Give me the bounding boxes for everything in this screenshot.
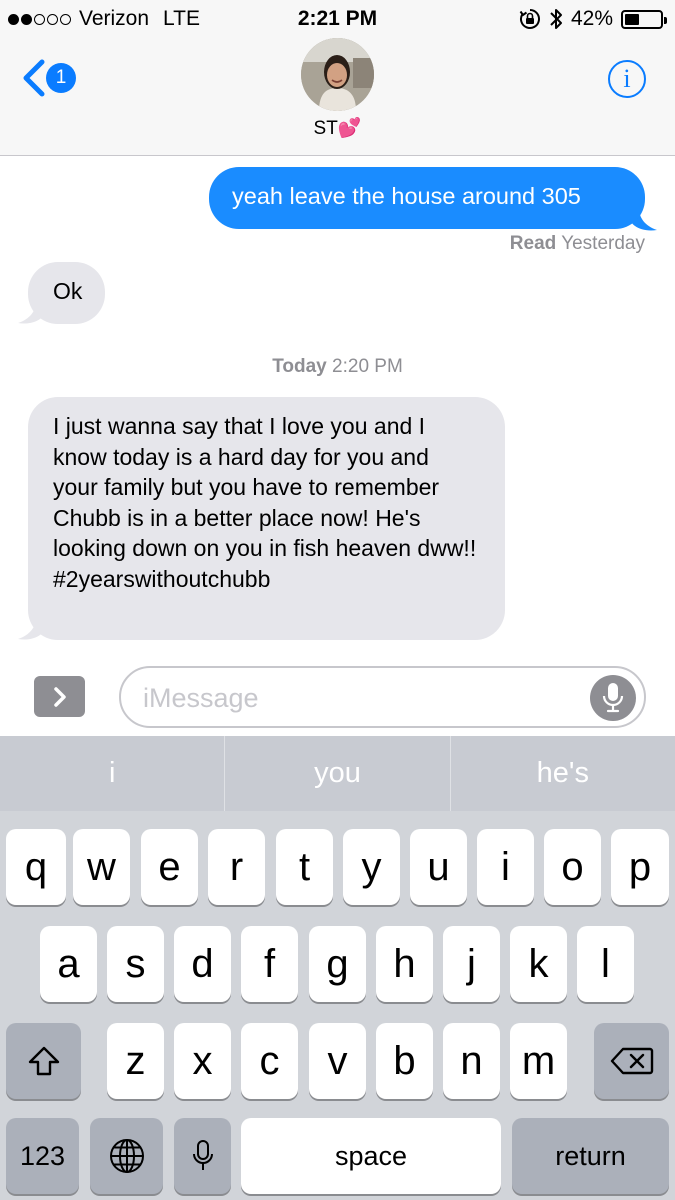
key-a[interactable]: a bbox=[40, 926, 97, 1002]
key-j[interactable]: j bbox=[443, 926, 500, 1002]
avatar-photo bbox=[301, 38, 374, 111]
bluetooth-icon bbox=[550, 9, 562, 29]
suggestion-item[interactable]: you bbox=[225, 736, 449, 811]
key-n[interactable]: n bbox=[443, 1023, 500, 1099]
message-bubble-received[interactable]: Ok bbox=[28, 262, 105, 324]
key-l[interactable]: l bbox=[577, 926, 634, 1002]
key-m[interactable]: m bbox=[510, 1023, 567, 1099]
keyboard: i you he's q w e r t y u i o p a s d f g… bbox=[0, 736, 675, 1200]
microphone-icon bbox=[192, 1140, 213, 1170]
battery-percent: 42% bbox=[570, 7, 613, 30]
message-bubble-received[interactable]: I just wanna say that I love you and I k… bbox=[28, 397, 505, 640]
message-bubble-sent[interactable]: yeah leave the house around 305 bbox=[209, 167, 645, 229]
orientation-lock-icon bbox=[519, 9, 540, 29]
globe-key[interactable] bbox=[90, 1118, 163, 1194]
key-u[interactable]: u bbox=[410, 829, 467, 905]
message-input[interactable] bbox=[143, 681, 583, 715]
chevron-right-icon bbox=[53, 686, 66, 707]
predictive-bar: i you he's bbox=[0, 736, 675, 811]
key-q[interactable]: q bbox=[6, 829, 66, 905]
contact-avatar[interactable] bbox=[301, 38, 374, 111]
key-c[interactable]: c bbox=[241, 1023, 298, 1099]
battery-tip bbox=[664, 16, 667, 24]
read-receipt: Read Yesterday bbox=[510, 233, 645, 255]
numbers-key[interactable]: 123 bbox=[6, 1118, 79, 1194]
key-o[interactable]: o bbox=[544, 829, 601, 905]
key-h[interactable]: h bbox=[376, 926, 433, 1002]
read-receipt-time: Yesterday bbox=[561, 233, 645, 254]
key-e[interactable]: e bbox=[141, 829, 198, 905]
return-key[interactable]: return bbox=[512, 1118, 669, 1194]
key-s[interactable]: s bbox=[107, 926, 164, 1002]
battery-icon bbox=[621, 9, 667, 29]
key-b[interactable]: b bbox=[376, 1023, 433, 1099]
space-key[interactable]: space bbox=[241, 1118, 501, 1194]
dictation-key[interactable] bbox=[174, 1118, 231, 1194]
read-receipt-label: Read bbox=[509, 233, 557, 254]
backspace-icon bbox=[610, 1047, 653, 1075]
info-icon: i bbox=[623, 64, 631, 93]
key-v[interactable]: v bbox=[309, 1023, 366, 1099]
globe-icon bbox=[109, 1139, 144, 1173]
chevron-left-icon bbox=[23, 59, 45, 97]
app-drawer-button[interactable] bbox=[34, 676, 85, 717]
unread-badge: 1 bbox=[46, 63, 76, 93]
dictation-button[interactable] bbox=[590, 675, 636, 721]
back-button[interactable]: 1 bbox=[20, 58, 76, 98]
key-w[interactable]: w bbox=[73, 829, 130, 905]
shift-key[interactable] bbox=[6, 1023, 81, 1099]
suggestion-item[interactable]: he's bbox=[451, 736, 675, 811]
conversation-header: 1 ST💕 i bbox=[0, 38, 675, 156]
key-d[interactable]: d bbox=[174, 926, 231, 1002]
contact-name[interactable]: ST💕 bbox=[0, 116, 675, 140]
microphone-icon bbox=[602, 683, 624, 713]
message-compose-field[interactable] bbox=[119, 666, 646, 728]
shift-icon bbox=[28, 1046, 59, 1076]
key-z[interactable]: z bbox=[107, 1023, 164, 1099]
battery-level bbox=[625, 13, 640, 25]
conversation-timestamp: Today 2:20 PM bbox=[0, 356, 675, 378]
info-button[interactable]: i bbox=[608, 60, 646, 98]
key-f[interactable]: f bbox=[241, 926, 298, 1002]
timestamp-day: Today bbox=[272, 356, 327, 377]
status-right: 42% bbox=[519, 7, 667, 31]
key-k[interactable]: k bbox=[510, 926, 567, 1002]
suggestion-item[interactable]: i bbox=[0, 736, 224, 811]
status-bar: Verizon LTE 2:21 PM 42% bbox=[0, 0, 675, 38]
key-x[interactable]: x bbox=[174, 1023, 231, 1099]
delete-key[interactable] bbox=[594, 1023, 669, 1099]
key-t[interactable]: t bbox=[276, 829, 333, 905]
key-i[interactable]: i bbox=[477, 829, 534, 905]
key-g[interactable]: g bbox=[309, 926, 366, 1002]
key-y[interactable]: y bbox=[343, 829, 400, 905]
key-p[interactable]: p bbox=[611, 829, 669, 905]
key-r[interactable]: r bbox=[208, 829, 265, 905]
timestamp-time: 2:20 PM bbox=[332, 356, 403, 377]
